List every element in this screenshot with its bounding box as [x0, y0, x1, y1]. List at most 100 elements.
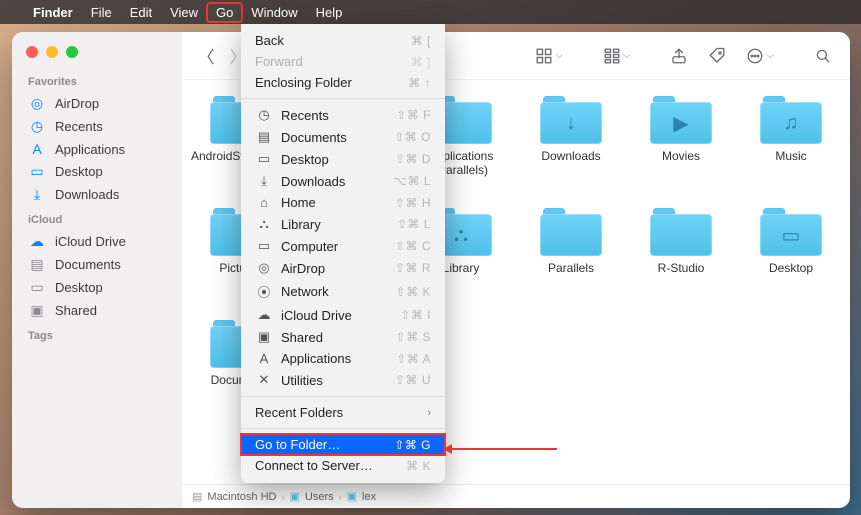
menu-enclosing-folder[interactable]: Enclosing Folder ⌘ ↑	[241, 72, 445, 93]
tag-icon	[708, 47, 726, 65]
folder-icon: ▣	[289, 490, 299, 503]
minimize-button[interactable]	[46, 46, 58, 58]
menu-help[interactable]: Help	[307, 3, 352, 22]
folder-icon	[540, 208, 602, 256]
folder-item[interactable]: Parallels	[516, 204, 626, 312]
folder-icon: ▣	[347, 490, 357, 503]
folder-item[interactable]: ▭Desktop	[736, 204, 846, 312]
place-icon: ▤	[255, 129, 273, 145]
menu-item-label: AirDrop	[281, 261, 395, 276]
menu-item-label: Computer	[281, 239, 395, 254]
sidebar-item-label: Applications	[55, 142, 125, 157]
menu-place-library[interactable]: ⛬Library⇧⌘ L	[241, 213, 445, 235]
menu-place-utilities[interactable]: ✕Utilities⇧⌘ U	[241, 369, 445, 391]
menu-item-shortcut: ⇧⌘ D	[395, 152, 431, 166]
menu-item-shortcut: ⇧⌘ I	[400, 308, 431, 322]
menu-file[interactable]: File	[82, 3, 121, 22]
sidebar-item-recents[interactable]: ◷ Recents	[12, 115, 182, 138]
sidebar-item-label: Shared	[55, 303, 97, 318]
menu-item-label: Desktop	[281, 152, 395, 167]
grid-icon	[535, 47, 553, 65]
folder-label: Library	[443, 261, 480, 275]
folder-item[interactable]: ↓Downloads	[516, 92, 626, 200]
menu-edit[interactable]: Edit	[121, 3, 161, 22]
sidebar-item-airdrop[interactable]: ◎ AirDrop	[12, 92, 182, 115]
tags-button[interactable]	[702, 44, 732, 68]
menu-back[interactable]: Back ⌘ [	[241, 30, 445, 51]
menu-view[interactable]: View	[161, 3, 207, 22]
menu-separator	[241, 396, 445, 397]
sidebar-item-label: Recents	[55, 119, 103, 134]
sidebar-item-shared[interactable]: ▣ Shared	[12, 299, 182, 322]
close-button[interactable]	[26, 46, 38, 58]
chevron-right-icon: ›	[427, 407, 431, 419]
place-icon: ✕	[255, 372, 273, 388]
menu-item-shortcut: ⇧⌘ C	[395, 239, 431, 253]
group-icon	[603, 47, 621, 65]
menu-place-recents[interactable]: ◷Recents⇧⌘ F	[241, 104, 445, 126]
menu-item-label: Documents	[281, 130, 394, 145]
search-button[interactable]	[808, 44, 838, 68]
menu-place-icloud-drive[interactable]: ☁iCloud Drive⇧⌘ I	[241, 304, 445, 326]
search-icon	[814, 47, 832, 65]
menu-item-label: Home	[281, 195, 395, 210]
menu-place-airdrop[interactable]: ◎AirDrop⇧⌘ R	[241, 257, 445, 279]
menu-window[interactable]: Window	[242, 3, 306, 22]
menu-place-network[interactable]: ⦿Network⇧⌘ K	[241, 279, 445, 304]
ellipsis-circle-icon	[746, 47, 764, 65]
airdrop-icon: ◎	[28, 95, 46, 112]
sidebar-item-desktop-icloud[interactable]: ▭ Desktop	[12, 276, 182, 299]
menu-go-to-folder[interactable]: Go to Folder… ⇧⌘ G	[241, 434, 445, 455]
desktop-icon: ▭	[28, 279, 46, 296]
share-icon	[670, 47, 688, 65]
group-button[interactable]: ⌵	[597, 44, 637, 68]
menu-item-label: Network	[281, 284, 396, 299]
place-icon: ⤓	[255, 173, 273, 189]
folder-item[interactable]: ▶Movies	[626, 92, 736, 200]
menu-item-label: Applications	[281, 351, 396, 366]
menu-recent-folders[interactable]: Recent Folders ›	[241, 402, 445, 423]
menu-item-label: Library	[281, 217, 397, 232]
sidebar-item-desktop[interactable]: ▭ Desktop	[12, 160, 182, 183]
menubar: Finder File Edit View Go Window Help	[0, 0, 861, 24]
share-button[interactable]	[664, 44, 694, 68]
path-segment[interactable]: lex	[362, 491, 376, 503]
folder-item[interactable]: ♫Music	[736, 92, 846, 200]
actions-button[interactable]: ⌵	[740, 44, 780, 68]
menu-connect-to-server[interactable]: Connect to Server… ⌘ K	[241, 455, 445, 476]
folder-label: Desktop	[769, 261, 813, 275]
menu-place-applications[interactable]: A Applications⇧⌘ A	[241, 348, 445, 369]
sidebar-item-icloud-drive[interactable]: ☁ iCloud Drive	[12, 230, 182, 253]
path-segment[interactable]: Users	[305, 491, 334, 503]
place-icon: A	[255, 351, 273, 366]
path-segment[interactable]: Macintosh HD	[207, 491, 276, 503]
menu-forward[interactable]: Forward ⌘ ]	[241, 51, 445, 72]
shared-icon: ▣	[28, 302, 46, 319]
view-mode-button[interactable]: ⌵	[529, 44, 569, 68]
menu-place-desktop[interactable]: ▭Desktop⇧⌘ D	[241, 148, 445, 170]
sidebar-item-label: Desktop	[55, 164, 103, 179]
menu-place-documents[interactable]: ▤Documents⇧⌘ O	[241, 126, 445, 148]
back-button[interactable]: 〈	[194, 44, 218, 68]
sidebar-item-downloads[interactable]: ⤓ Downloads	[12, 183, 182, 206]
menu-place-shared[interactable]: ▣Shared⇧⌘ S	[241, 326, 445, 348]
folder-item[interactable]: R-Studio	[626, 204, 736, 312]
sidebar-item-label: AirDrop	[55, 96, 99, 111]
menu-place-computer[interactable]: ▭Computer⇧⌘ C	[241, 235, 445, 257]
downloads-icon: ⤓	[28, 186, 46, 203]
zoom-button[interactable]	[66, 46, 78, 58]
sidebar-item-label: Downloads	[55, 187, 119, 202]
place-icon: ▣	[255, 329, 273, 345]
menu-item-shortcut: ⇧⌘ A	[396, 352, 431, 366]
annotation-arrow	[447, 448, 557, 450]
sidebar-section-icloud: iCloud	[12, 206, 182, 230]
menu-item-label: Recents	[281, 108, 396, 123]
sidebar-item-applications[interactable]: A Applications	[12, 138, 182, 160]
sidebar-item-documents[interactable]: ▤ Documents	[12, 253, 182, 276]
menu-go[interactable]: Go	[207, 3, 242, 22]
menu-place-home[interactable]: ⌂Home⇧⌘ H	[241, 192, 445, 213]
menu-place-downloads[interactable]: ⤓Downloads⌥⌘ L	[241, 170, 445, 192]
menu-item-shortcut: ⇧⌘ H	[395, 196, 431, 210]
menu-item-shortcut: ⇧⌘ R	[395, 261, 431, 275]
app-menu[interactable]: Finder	[24, 3, 82, 22]
